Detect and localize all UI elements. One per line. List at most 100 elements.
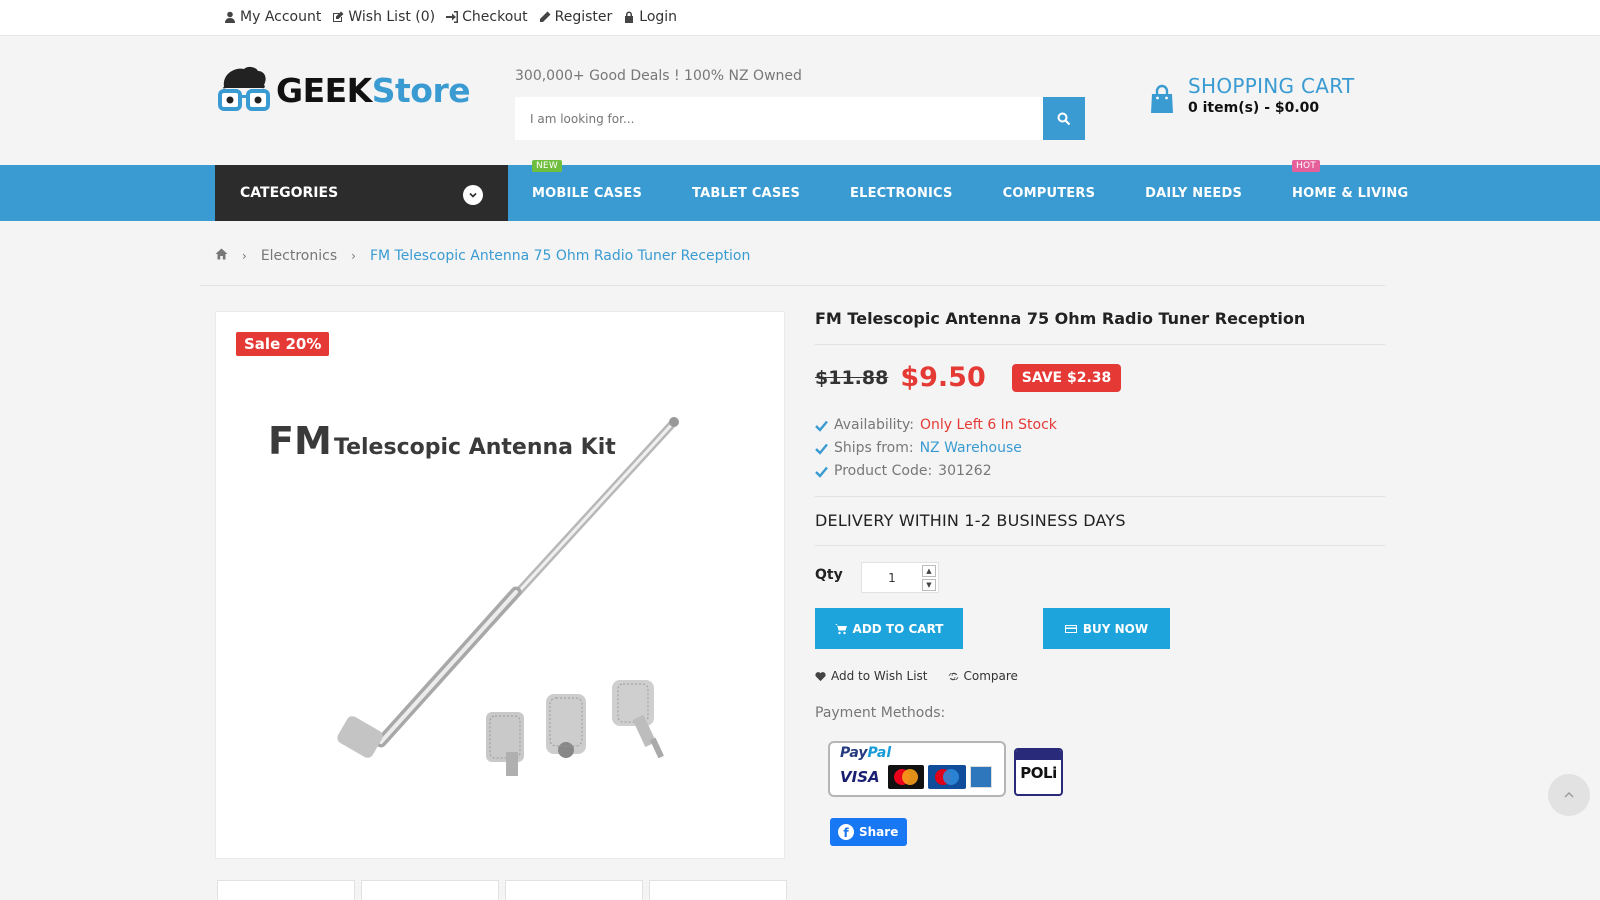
new-badge: NEW: [532, 159, 562, 172]
nav-item-label: ELECTRONICS: [850, 185, 953, 201]
poli-payment-logo: POLi: [1014, 748, 1063, 796]
sign-in-icon: [446, 11, 459, 23]
top-bar: My Account Wish List (0) Checkout Regist…: [0, 0, 1600, 36]
mastercard-icon: [888, 765, 924, 789]
nav-item-label: TABLET CASES: [692, 185, 801, 201]
wish-list-link[interactable]: Wish List (0): [332, 9, 435, 25]
check-icon: [815, 443, 828, 455]
add-to-cart-label: ADD TO CART: [852, 621, 944, 636]
ships-from-value: NZ Warehouse: [919, 440, 1022, 456]
check-icon: [815, 466, 828, 478]
register-link[interactable]: Register: [539, 9, 613, 25]
paypal-payment-logo: PayPal VISA: [828, 741, 1006, 797]
thumbnail[interactable]: [649, 880, 787, 900]
pencil-icon: [539, 11, 551, 22]
compare-label: Compare: [963, 669, 1018, 683]
thumbnail-strip: [217, 880, 787, 900]
checkout-link[interactable]: Checkout: [446, 9, 528, 25]
nav-item-label: MOBILE CASES: [532, 185, 643, 201]
paypal-wordmark: PayPal: [840, 745, 891, 761]
nav-item-tablet-cases[interactable]: TABLET CASES: [692, 186, 800, 201]
cart-title: SHOPPING CART: [1188, 74, 1355, 98]
qty-increment-button[interactable]: ▲: [922, 565, 936, 577]
visa-logo: VISA: [840, 768, 880, 786]
cart-icon: [834, 623, 847, 634]
divider: [200, 285, 1385, 286]
divider: [815, 496, 1385, 497]
old-price: $11.88: [815, 366, 889, 389]
availability-value: Only Left 6 In Stock: [920, 417, 1057, 433]
home-icon[interactable]: [215, 248, 228, 264]
refresh-icon: [947, 672, 959, 680]
buy-now-button[interactable]: BUY NOW: [1043, 608, 1170, 649]
facebook-share-button[interactable]: f Share: [830, 818, 907, 846]
ships-from-label: Ships from:: [834, 440, 914, 456]
nav-item-electronics[interactable]: ELECTRONICS: [850, 186, 953, 201]
thumbnail[interactable]: [361, 880, 499, 900]
lock-icon: [625, 11, 634, 23]
product-specs: Availability: Only Left 6 In Stock Ships…: [815, 414, 1057, 483]
ships-from-row: Ships from: NZ Warehouse: [815, 437, 1057, 460]
login-link[interactable]: Login: [623, 9, 677, 25]
cart-summary: 0 item(s) - $0.00: [1188, 100, 1320, 116]
breadcrumb-electronics[interactable]: Electronics: [261, 248, 337, 264]
category-menu: NEW MOBILE CASES TABLET CASES ELECTRONIC…: [532, 159, 1458, 221]
product-code-row: Product Code: 301262: [815, 460, 1057, 483]
scroll-to-top-button[interactable]: [1548, 774, 1590, 816]
my-account-link[interactable]: My Account: [224, 9, 321, 25]
credit-card-icon: [1064, 624, 1077, 633]
chevron-right-icon: ›: [242, 249, 247, 263]
my-account-label: My Account: [240, 9, 322, 25]
store-logo[interactable]: GEEKStore: [218, 64, 478, 116]
share-label: Share: [859, 825, 899, 839]
save-badge: SAVE $2.38: [1011, 363, 1122, 392]
nav-item-label: DAILY NEEDS: [1145, 185, 1243, 201]
heart-icon: [815, 671, 826, 681]
product-code-value: 301262: [938, 463, 992, 479]
nav-item-home-living[interactable]: HOT HOME & LIVING: [1292, 159, 1409, 201]
qty-decrement-button[interactable]: ▼: [922, 579, 936, 591]
nav-item-mobile-cases[interactable]: NEW MOBILE CASES: [532, 159, 643, 201]
nav-item-label: HOME & LIVING: [1292, 185, 1409, 201]
image-title-rest: Telescopic Antenna Kit: [334, 435, 616, 460]
chevron-down-icon: [463, 185, 483, 205]
breadcrumb-current[interactable]: FM Telescopic Antenna 75 Ohm Radio Tuner…: [370, 248, 750, 264]
register-label: Register: [554, 9, 613, 25]
shopping-cart[interactable]: SHOPPING CART 0 item(s) - $0.00: [1150, 74, 1355, 116]
thumbnail[interactable]: [217, 880, 355, 900]
divider: [815, 545, 1385, 546]
user-icon: [225, 11, 235, 23]
logo-store: Store: [371, 70, 471, 110]
nav-item-computers[interactable]: COMPUTERS: [1003, 186, 1096, 201]
add-to-cart-button[interactable]: ADD TO CART: [815, 608, 963, 649]
geek-mascot-icon: [218, 65, 270, 115]
image-title-fm: FM: [268, 419, 332, 463]
availability-row: Availability: Only Left 6 In Stock: [815, 414, 1057, 437]
thumbnail[interactable]: [505, 880, 643, 900]
login-label: Login: [639, 9, 678, 25]
wish-list-label: Wish List (0): [348, 9, 436, 25]
product-image[interactable]: Sale 20% FM Telescopic Antenna Kit: [215, 311, 785, 859]
delivery-notice: DELIVERY WITHIN 1-2 BUSINESS DAYS: [815, 511, 1126, 530]
payment-methods-label: Payment Methods:: [815, 705, 946, 721]
compare-link[interactable]: Compare: [947, 669, 1018, 683]
search-icon: [1057, 112, 1071, 125]
search-button[interactable]: [1043, 97, 1085, 140]
antenna-kit-photo: FM Telescopic Antenna Kit: [268, 417, 679, 776]
quantity-input[interactable]: [862, 563, 922, 592]
categories-dropdown[interactable]: CATEGORIES: [215, 165, 508, 221]
card-logos: VISA: [840, 765, 992, 789]
breadcrumb: › Electronics › FM Telescopic Antenna 75…: [215, 248, 750, 264]
maestro-icon: [928, 765, 966, 789]
tagline: 300,000+ Good Deals ! 100% NZ Owned: [515, 68, 802, 84]
shopping-bag-icon: [1151, 84, 1173, 113]
availability-label: Availability:: [834, 417, 915, 433]
nav-item-daily-needs[interactable]: DAILY NEEDS: [1145, 186, 1242, 201]
nav-item-label: COMPUTERS: [1002, 185, 1096, 201]
search-input[interactable]: [515, 97, 1043, 140]
add-to-wishlist-link[interactable]: Add to Wish List: [815, 669, 928, 683]
paypal-pal: Pal: [867, 745, 892, 761]
sale-price: $9.50: [900, 362, 986, 393]
hot-badge: HOT: [1292, 159, 1320, 172]
account-links: My Account Wish List (0) Checkout Regist…: [224, 9, 677, 25]
